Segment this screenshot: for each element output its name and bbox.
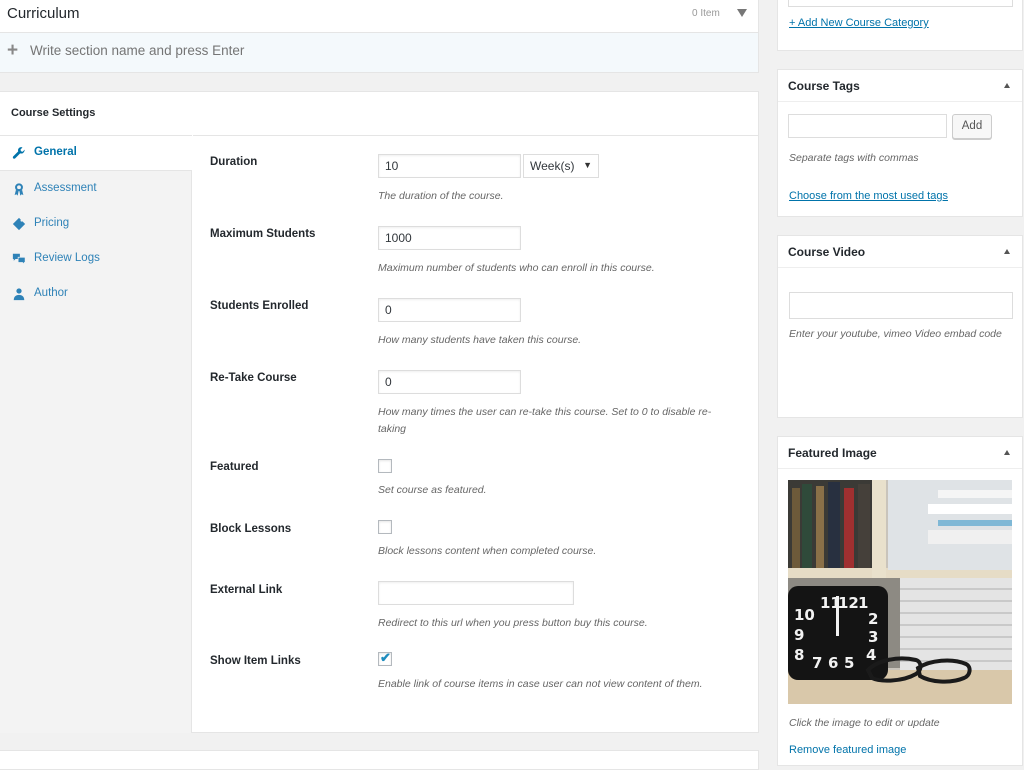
featured-image-header[interactable]: Featured Image xyxy=(778,437,1022,469)
tab-label: Author xyxy=(34,287,68,299)
add-section-row: + xyxy=(0,32,758,72)
dropdown-caret-icon: ▼ xyxy=(583,160,592,170)
svg-text:12: 12 xyxy=(838,594,859,612)
course-tags-title: Course Tags xyxy=(788,79,860,93)
svg-text:8: 8 xyxy=(794,646,804,664)
tag-input[interactable] xyxy=(788,114,947,138)
svg-text:3: 3 xyxy=(868,628,878,646)
svg-text:1: 1 xyxy=(858,594,868,612)
tags-note: Separate tags with commas xyxy=(789,152,919,164)
max-students-input[interactable] xyxy=(378,226,521,250)
course-settings-panel: Course Settings General Assessment Prici… xyxy=(0,91,759,733)
tab-label: Review Logs xyxy=(34,252,100,264)
section-name-input[interactable] xyxy=(30,43,630,58)
tab-general[interactable]: General xyxy=(0,136,192,171)
tab-assessment[interactable]: Assessment xyxy=(0,172,191,207)
featured-label: Featured xyxy=(210,461,259,473)
featured-image-title: Featured Image xyxy=(788,446,877,460)
wrench-icon xyxy=(12,147,25,159)
duration-label: Duration xyxy=(210,156,258,168)
max-students-label: Maximum Students xyxy=(210,228,316,240)
tab-author[interactable]: Author xyxy=(0,277,191,312)
plus-icon: + xyxy=(7,40,19,61)
svg-text:9: 9 xyxy=(794,626,804,644)
collapse-arrow-icon[interactable] xyxy=(1004,450,1010,455)
featured-checkbox[interactable] xyxy=(378,459,392,473)
external-link-label: External Link xyxy=(210,584,283,596)
chat-bubbles-icon xyxy=(12,253,26,266)
item-count: 0 Item xyxy=(692,8,720,19)
tab-pricing[interactable]: Pricing xyxy=(0,207,191,242)
duration-description: The duration of the course. xyxy=(378,190,504,202)
category-list xyxy=(788,0,1013,7)
settings-tabs: General Assessment Pricing Review Logs A… xyxy=(0,135,192,733)
course-tags-header[interactable]: Course Tags xyxy=(778,70,1022,102)
duration-unit-select[interactable]: Week(s) ▼ xyxy=(523,154,599,178)
retake-input[interactable] xyxy=(378,370,521,394)
show-item-links-checkbox[interactable]: ✔ xyxy=(378,650,392,666)
next-panel xyxy=(0,750,759,770)
course-video-header[interactable]: Course Video xyxy=(778,236,1022,268)
block-lessons-checkbox[interactable] xyxy=(378,520,392,534)
external-link-input[interactable] xyxy=(378,581,574,605)
students-enrolled-label: Students Enrolled xyxy=(210,300,309,312)
svg-text:4: 4 xyxy=(866,646,876,664)
svg-text:2: 2 xyxy=(868,610,878,628)
tab-label: General xyxy=(34,146,77,158)
award-icon xyxy=(14,183,24,196)
course-tags-box: Course Tags Add Separate tags with comma… xyxy=(777,69,1023,217)
featured-image-box: Featured Image 11 12 1 10 2 9 3 8 4 7 6 … xyxy=(777,436,1023,766)
tab-label: Pricing xyxy=(34,217,70,229)
show-item-links-label: Show Item Links xyxy=(210,655,301,667)
most-used-tags-link[interactable]: Choose from the most used tags xyxy=(789,190,948,202)
clock-books-photo: 1112 1 10 2 93 84 765 xyxy=(788,480,1012,704)
course-video-box: Course Video Enter your youtube, vimeo V… xyxy=(777,235,1023,418)
settings-content: Duration Week(s) ▼ The duration of the c… xyxy=(193,135,759,733)
block-lessons-description: Block lessons content when completed cou… xyxy=(378,545,597,557)
svg-text:7: 7 xyxy=(812,654,822,672)
user-icon xyxy=(13,288,25,301)
max-students-description: Maximum number of students who can enrol… xyxy=(378,262,655,274)
duration-input[interactable] xyxy=(378,154,521,178)
svg-text:10: 10 xyxy=(794,606,815,624)
remove-featured-image-link[interactable]: Remove featured image xyxy=(789,744,906,756)
retake-description: How many times the user can re-take this… xyxy=(378,406,712,435)
external-link-description: Redirect to this url when you press butt… xyxy=(378,617,648,629)
svg-text:5: 5 xyxy=(844,654,854,672)
duration-unit-value: Week(s) xyxy=(530,159,575,173)
video-embed-input[interactable] xyxy=(789,292,1013,319)
add-tag-button[interactable]: Add xyxy=(952,114,992,139)
tab-label: Assessment xyxy=(34,182,97,194)
students-enrolled-input[interactable] xyxy=(378,298,521,322)
curriculum-title: Curriculum xyxy=(7,5,80,22)
tag-icon xyxy=(12,217,26,231)
course-settings-title: Course Settings xyxy=(11,107,96,119)
students-enrolled-description: How many students have taken this course… xyxy=(378,334,582,346)
collapse-arrow-icon[interactable] xyxy=(1004,249,1010,254)
svg-text:6: 6 xyxy=(828,654,838,672)
retake-label: Re-Take Course xyxy=(210,372,297,384)
checkmark-icon: ✔ xyxy=(380,650,391,665)
featured-image-note: Click the image to edit or update xyxy=(789,717,940,729)
add-course-category-link[interactable]: + Add New Course Category xyxy=(789,17,929,29)
collapse-toggle-icon[interactable] xyxy=(737,9,747,17)
featured-image[interactable]: 11 12 1 10 2 93 84 765 xyxy=(788,480,1012,704)
block-lessons-label: Block Lessons xyxy=(210,523,292,535)
tab-review-logs[interactable]: Review Logs xyxy=(0,242,191,277)
course-category-box: + Add New Course Category xyxy=(777,0,1023,51)
video-note: Enter your youtube, vimeo Video embad co… xyxy=(789,328,1002,340)
curriculum-panel: Curriculum 0 Item + xyxy=(0,0,759,73)
collapse-arrow-icon[interactable] xyxy=(1004,83,1010,88)
featured-description: Set course as featured. xyxy=(378,484,487,496)
show-item-links-description: Enable link of course items in case user… xyxy=(378,678,703,690)
course-video-title: Course Video xyxy=(788,245,866,259)
